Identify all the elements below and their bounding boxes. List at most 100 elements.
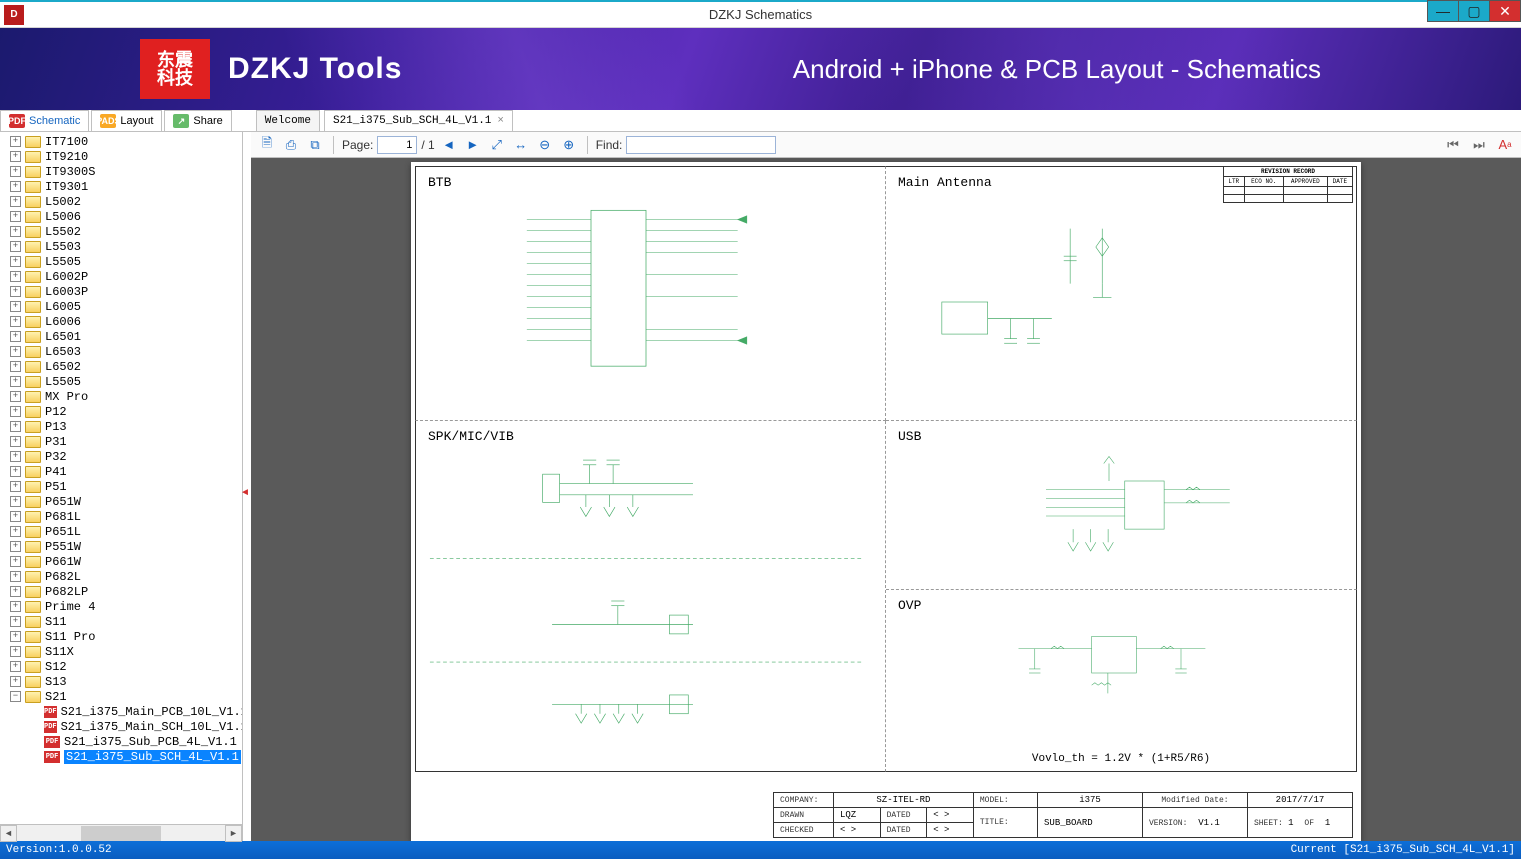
maximize-button[interactable]: ▢ (1458, 0, 1490, 22)
expand-icon[interactable]: + (10, 451, 21, 462)
scroll-thumb[interactable] (81, 826, 161, 841)
tree-folder[interactable]: +L6006 (0, 314, 242, 329)
expand-icon[interactable]: + (10, 466, 21, 477)
sidebar-hscroll[interactable]: ◄ ► (0, 824, 242, 841)
expand-icon[interactable]: + (10, 511, 21, 522)
tree-folder[interactable]: +L5002 (0, 194, 242, 209)
expand-icon[interactable]: + (10, 376, 21, 387)
expand-icon[interactable]: + (10, 421, 21, 432)
tree-folder-expanded[interactable]: −S21 (0, 689, 242, 704)
tree-folder[interactable]: +L6005 (0, 299, 242, 314)
tree-folder[interactable]: +P651W (0, 494, 242, 509)
tree-folder[interactable]: +P681L (0, 509, 242, 524)
file-tree[interactable]: +IT7100+IT9210+IT9300S+IT9301+L5002+L500… (0, 132, 242, 824)
nav-prev-icon[interactable]: ⏮ (1443, 135, 1463, 155)
fit-width-icon[interactable]: ↔ (511, 135, 531, 155)
tree-folder[interactable]: +L6002P (0, 269, 242, 284)
doc-tab-welcome[interactable]: Welcome (256, 110, 320, 131)
expand-icon[interactable]: + (10, 331, 21, 342)
page-input[interactable] (377, 136, 417, 154)
expand-icon[interactable]: + (10, 556, 21, 567)
expand-icon[interactable]: + (10, 196, 21, 207)
doc-tab-active[interactable]: S21_i375_Sub_SCH_4L_V1.1 × (324, 110, 513, 131)
tree-folder[interactable]: +P31 (0, 434, 242, 449)
tree-folder[interactable]: +P651L (0, 524, 242, 539)
tree-folder[interactable]: +S12 (0, 659, 242, 674)
prev-page-icon[interactable]: ◄ (439, 135, 459, 155)
tab-share[interactable]: ↗ Share (164, 110, 231, 131)
expand-icon[interactable]: + (10, 316, 21, 327)
tree-folder[interactable]: +MX Pro (0, 389, 242, 404)
scroll-right-icon[interactable]: ► (225, 825, 242, 842)
expand-icon[interactable]: + (10, 271, 21, 282)
expand-icon[interactable]: + (10, 631, 21, 642)
expand-icon[interactable]: + (10, 661, 21, 672)
expand-icon[interactable]: + (10, 286, 21, 297)
tree-folder[interactable]: +P661W (0, 554, 242, 569)
tree-folder[interactable]: +L6502 (0, 359, 242, 374)
expand-icon[interactable]: + (10, 646, 21, 657)
tree-folder[interactable]: +IT9210 (0, 149, 242, 164)
tab-layout[interactable]: PADS Layout (91, 110, 162, 131)
tree-folder[interactable]: +L5006 (0, 209, 242, 224)
expand-icon[interactable]: + (10, 361, 21, 372)
tree-file[interactable]: PDFS21_i375_Sub_PCB_4L_V1.1 (0, 734, 242, 749)
tree-folder[interactable]: +P32 (0, 449, 242, 464)
minimize-button[interactable]: — (1427, 0, 1459, 22)
tree-folder[interactable]: +IT9301 (0, 179, 242, 194)
tree-folder[interactable]: +P682LP (0, 584, 242, 599)
expand-icon[interactable]: + (10, 166, 21, 177)
tree-folder[interactable]: +IT9300S (0, 164, 242, 179)
expand-icon[interactable]: + (10, 256, 21, 267)
print-icon[interactable]: ⎙ (281, 135, 301, 155)
zoom-in-icon[interactable]: ⊕ (559, 135, 579, 155)
pdf-viewer[interactable]: BTB (251, 158, 1521, 841)
copy-icon[interactable]: ⧉ (305, 135, 325, 155)
tree-folder[interactable]: +P51 (0, 479, 242, 494)
expand-icon[interactable]: + (10, 496, 21, 507)
tree-folder[interactable]: +P12 (0, 404, 242, 419)
tab-schematic[interactable]: PDF Schematic (0, 110, 89, 131)
tree-file[interactable]: PDFS21_i375_Sub_SCH_4L_V1.1 (0, 749, 242, 764)
tree-folder[interactable]: +S13 (0, 674, 242, 689)
tab-close-icon[interactable]: × (497, 115, 504, 127)
nav-next-icon[interactable]: ⏭ (1469, 135, 1489, 155)
expand-icon[interactable]: + (10, 211, 21, 222)
expand-icon[interactable]: + (10, 406, 21, 417)
text-style-icon[interactable]: Aa (1495, 135, 1515, 155)
tree-folder[interactable]: +P551W (0, 539, 242, 554)
tree-file[interactable]: PDFS21_i375_Main_PCB_10L_V1.1 (0, 704, 242, 719)
collapse-icon[interactable]: − (10, 691, 21, 702)
close-button[interactable]: ✕ (1489, 0, 1521, 22)
expand-icon[interactable]: + (10, 226, 21, 237)
tree-folder[interactable]: +L6501 (0, 329, 242, 344)
save-icon[interactable]: 🗎 (257, 135, 277, 155)
fit-page-icon[interactable]: ⤢ (487, 135, 507, 155)
find-input[interactable] (626, 136, 776, 154)
expand-icon[interactable]: + (10, 436, 21, 447)
expand-icon[interactable]: + (10, 346, 21, 357)
expand-icon[interactable]: + (10, 541, 21, 552)
tree-folder[interactable]: +IT7100 (0, 134, 242, 149)
expand-icon[interactable]: + (10, 151, 21, 162)
expand-icon[interactable]: + (10, 526, 21, 537)
tree-folder[interactable]: +S11 (0, 614, 242, 629)
next-page-icon[interactable]: ► (463, 135, 483, 155)
tree-file[interactable]: PDFS21_i375_Main_SCH_10L_V1.1 (0, 719, 242, 734)
expand-icon[interactable]: + (10, 571, 21, 582)
scroll-left-icon[interactable]: ◄ (0, 825, 17, 842)
zoom-out-icon[interactable]: ⊖ (535, 135, 555, 155)
tree-folder[interactable]: +L5505 (0, 254, 242, 269)
tree-folder[interactable]: +Prime 4 (0, 599, 242, 614)
tree-folder[interactable]: +P682L (0, 569, 242, 584)
expand-icon[interactable]: + (10, 136, 21, 147)
expand-icon[interactable]: + (10, 481, 21, 492)
expand-icon[interactable]: + (10, 391, 21, 402)
tree-folder[interactable]: +L5505 (0, 374, 242, 389)
tree-folder[interactable]: +P41 (0, 464, 242, 479)
splitter-handle[interactable] (243, 132, 251, 841)
tree-folder[interactable]: +L5503 (0, 239, 242, 254)
expand-icon[interactable]: + (10, 676, 21, 687)
expand-icon[interactable]: + (10, 301, 21, 312)
tree-folder[interactable]: +S11 Pro (0, 629, 242, 644)
